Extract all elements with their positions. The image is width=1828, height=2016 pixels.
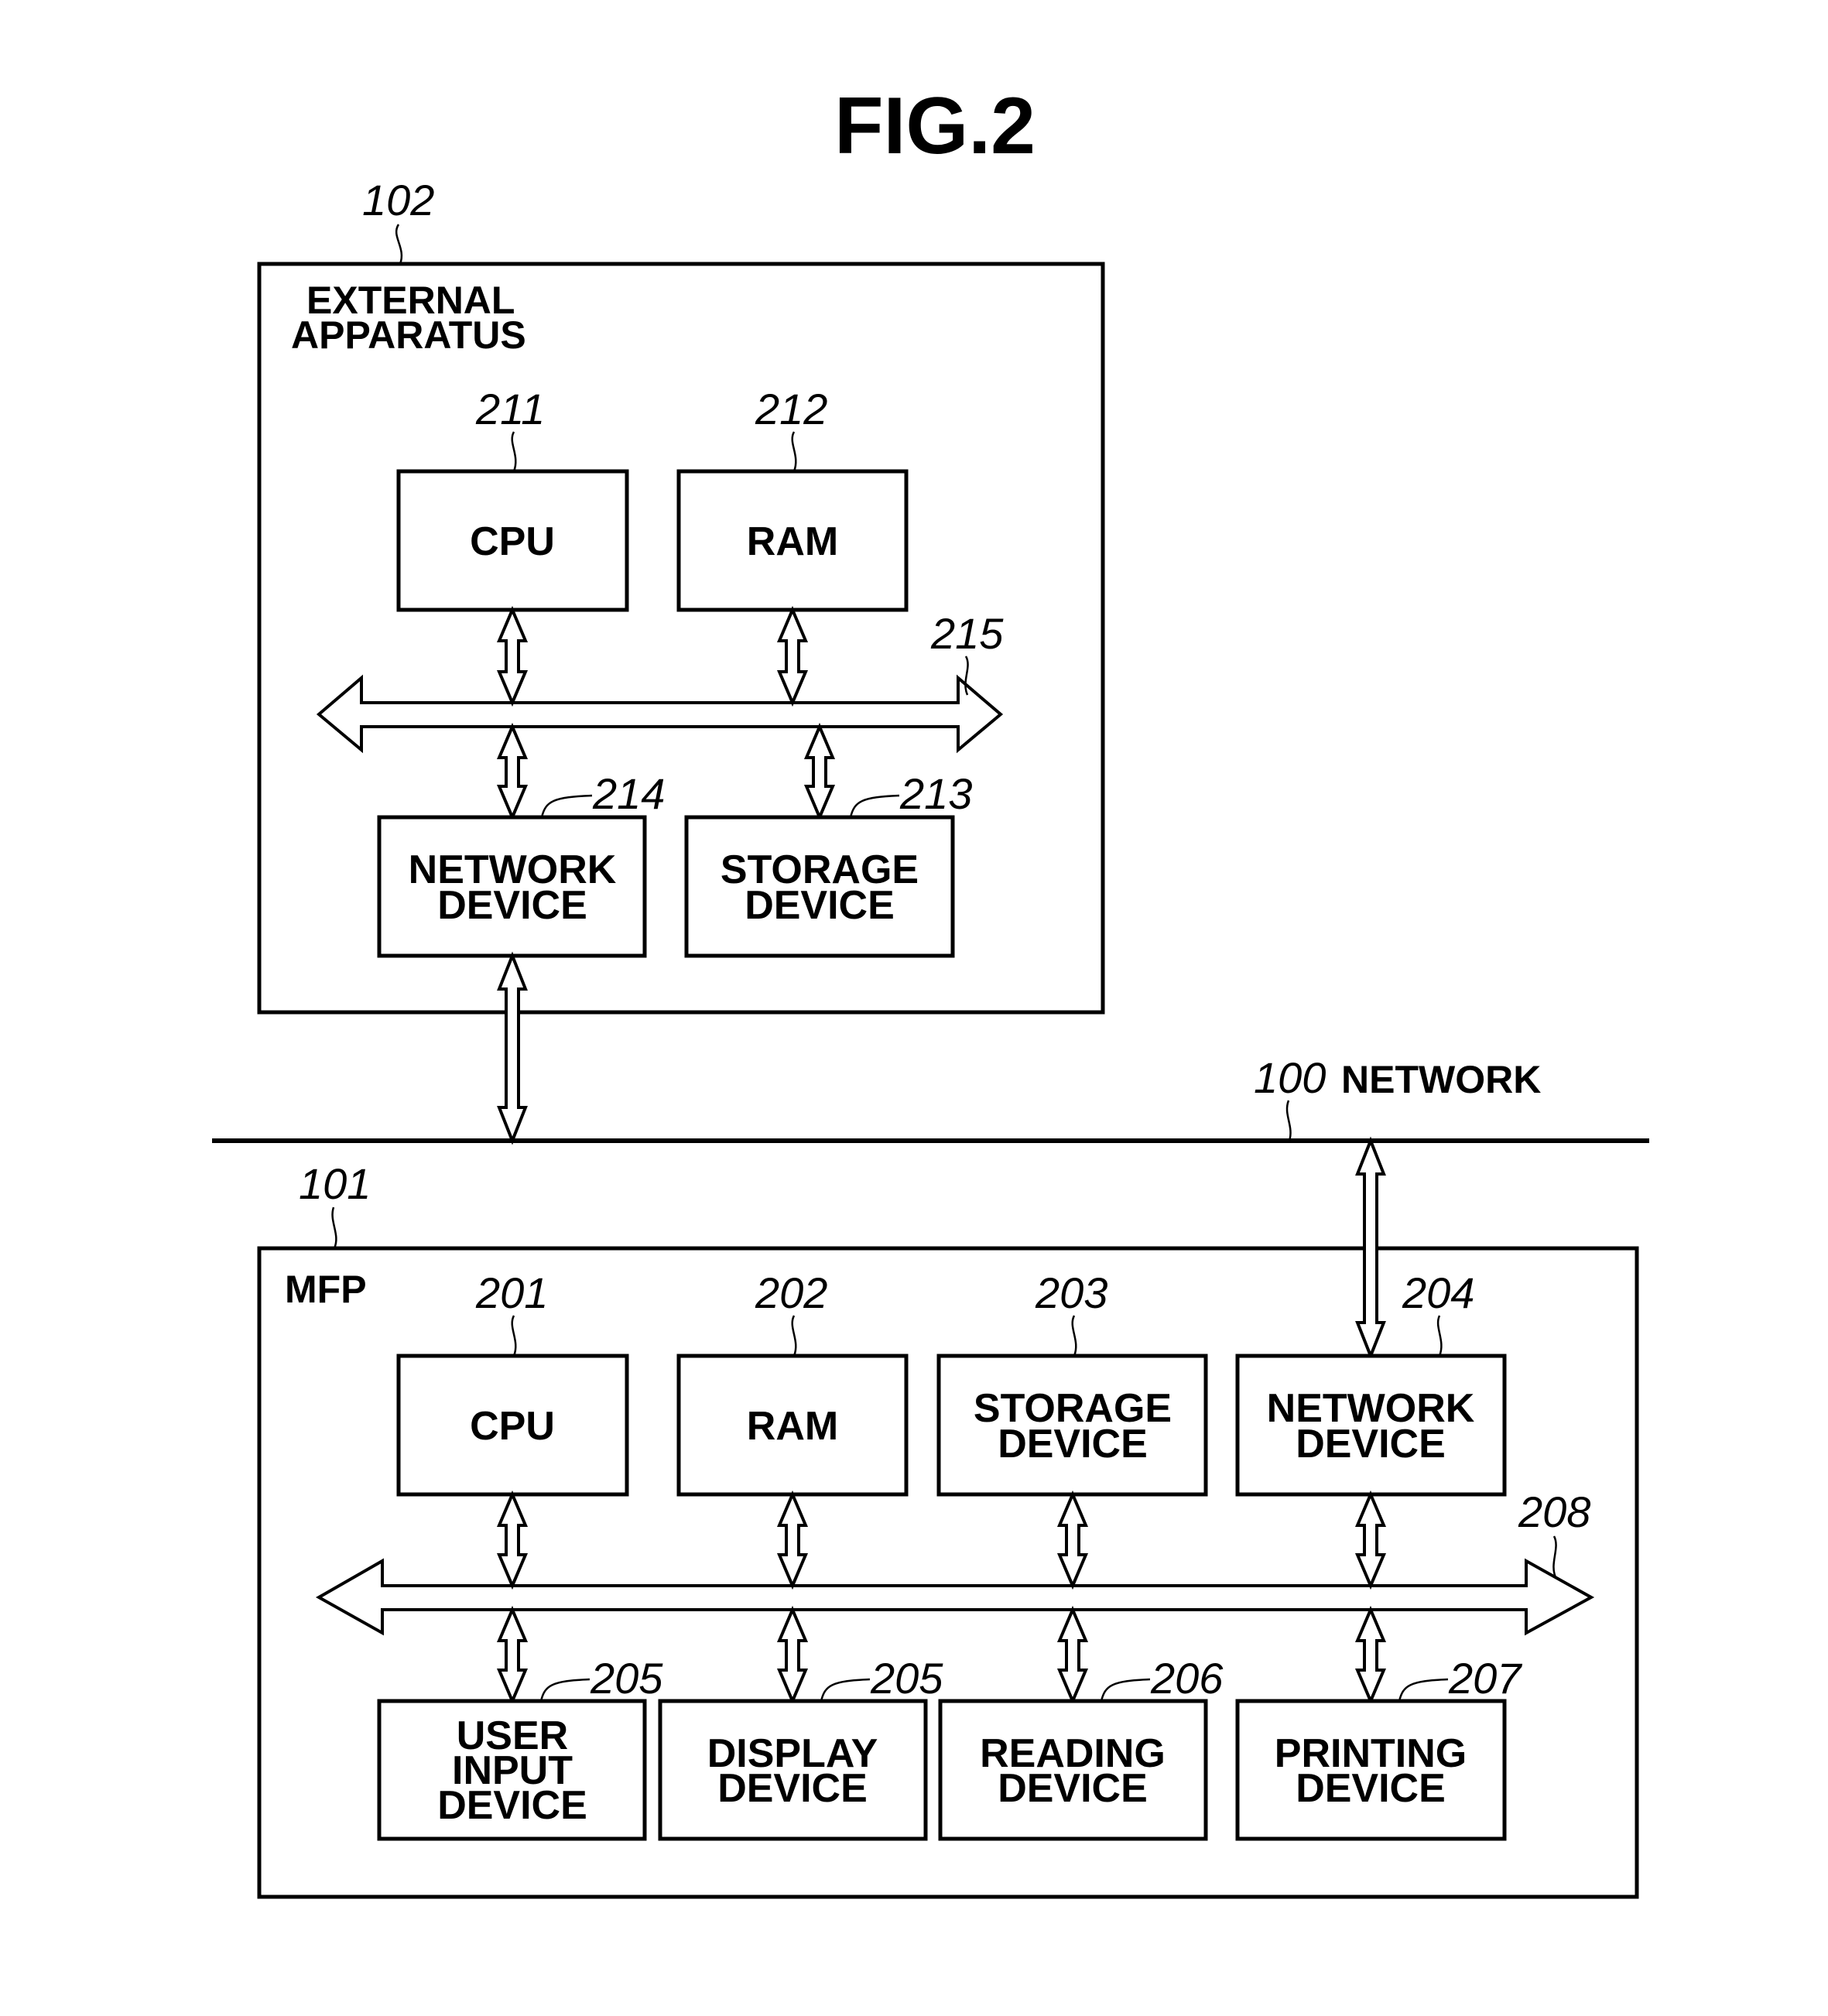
network: 100 NETWORK [212, 1053, 1649, 1143]
leader-line [1071, 1315, 1077, 1357]
ref-label: 213 [899, 769, 972, 818]
ref-label: 205 [590, 1654, 663, 1703]
leader-line [1100, 1678, 1151, 1702]
leader-line [331, 1207, 337, 1249]
network-bus-arrow [496, 722, 529, 822]
leader-line [791, 1315, 797, 1357]
cpu-label: CPU [470, 519, 555, 564]
cpu-block: 211 CPU [396, 385, 629, 612]
ram-bus-arrow [776, 605, 809, 707]
ram-bus-arrow [776, 1490, 809, 1590]
cpu-bus-arrow [496, 605, 529, 707]
leader-line [1552, 1535, 1557, 1578]
ref-label: 206 [1150, 1654, 1224, 1703]
ref-label: 203 [1035, 1268, 1107, 1317]
network-ref-label: 100 [1254, 1053, 1326, 1102]
display-device-label-line2: DEVICE [717, 1766, 868, 1811]
external-apparatus: 102 EXTERNAL APPARATUS 211 CPU 212 RAM 2… [257, 176, 1105, 1145]
ref-label: 214 [592, 769, 665, 818]
ram-block: 212 RAM [676, 385, 909, 612]
network-label: NETWORK [1341, 1058, 1541, 1101]
network-device-label-line2: DEVICE [437, 883, 587, 928]
cpu-block: 201 CPU [396, 1268, 629, 1497]
leader-line [539, 1678, 591, 1702]
external-apparatus-label-line2: APPARATUS [291, 313, 526, 357]
user-input-device-label-line3: DEVICE [437, 1783, 587, 1828]
printing-bus-arrow [1354, 1605, 1387, 1706]
ref-label: 207 [1448, 1654, 1522, 1703]
ref-label: 211 [475, 385, 545, 433]
leader-line [791, 431, 797, 472]
leader-line [511, 431, 517, 472]
cpu-label: CPU [470, 1404, 555, 1449]
display-bus-arrow [776, 1605, 809, 1706]
reading-device-label-line2: DEVICE [998, 1766, 1148, 1811]
network-device-label-line2: DEVICE [1296, 1422, 1446, 1467]
ref-label: 205 [870, 1654, 943, 1703]
ref-label: 212 [755, 385, 827, 433]
leader-line [849, 794, 900, 818]
ref-label: 102 [362, 176, 434, 224]
storage-bus-arrow [803, 722, 836, 822]
block-diagram: FIG.2 102 EXTERNAL APPARATUS 211 CPU 212… [212, 81, 1649, 1899]
storage-device-label-line2: DEVICE [745, 883, 895, 928]
ram-label: RAM [747, 1404, 838, 1449]
bus-arrow [316, 674, 1004, 754]
mfp: 101 MFP 201 CPU 202 RAM 203 STORAGE DEVI… [257, 1136, 1639, 1899]
leader-line [1398, 1678, 1449, 1702]
figure-title: FIG.2 [834, 81, 1036, 171]
ram-block: 202 RAM [676, 1268, 909, 1497]
bus-ref-label: 208 [1518, 1487, 1590, 1536]
user-input-bus-arrow [496, 1605, 529, 1706]
leader-line [1436, 1315, 1443, 1357]
storage-device-label-line2: DEVICE [998, 1422, 1148, 1467]
ref-label: 204 [1402, 1268, 1474, 1317]
mfp-label: MFP [285, 1268, 367, 1311]
ref-label: 101 [299, 1159, 371, 1208]
bus-ref-label: 215 [930, 609, 1004, 658]
leader-line [511, 1315, 517, 1357]
leader-line [1285, 1100, 1292, 1141]
ref-label: 201 [475, 1268, 548, 1317]
cpu-bus-arrow [496, 1490, 529, 1590]
leader-line [540, 794, 593, 818]
printing-device-label-line2: DEVICE [1296, 1766, 1446, 1811]
network-device-bus-arrow [1354, 1490, 1387, 1590]
leader-line [395, 224, 403, 265]
storage-device-block: 203 STORAGE DEVICE [936, 1268, 1208, 1497]
ref-label: 202 [755, 1268, 827, 1317]
reading-bus-arrow [1056, 1605, 1089, 1706]
external-network-arrow [497, 951, 528, 1145]
leader-line [820, 1678, 871, 1702]
ram-label: RAM [747, 519, 838, 564]
storage-bus-arrow [1056, 1490, 1089, 1590]
